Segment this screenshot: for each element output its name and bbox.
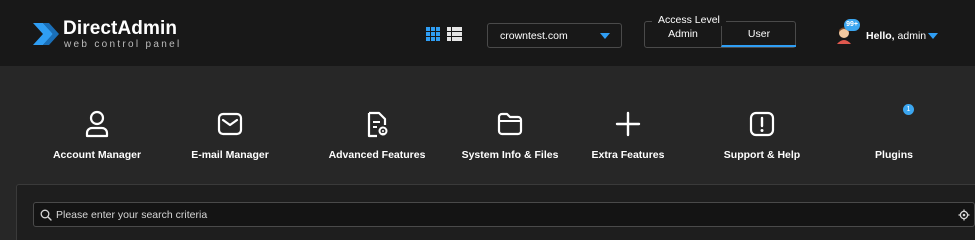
chevron-down-icon (600, 33, 610, 39)
username: admin (897, 30, 927, 42)
menu-label: Support & Help (723, 149, 801, 161)
greeting-text: Hello, (866, 30, 895, 42)
gear-icon[interactable] (958, 209, 970, 221)
folder-icon (497, 112, 523, 136)
menu-label: System Info & Files (461, 149, 559, 161)
top-header: DirectAdmin web control panel crowntest.… (0, 0, 975, 66)
plugins-badge: 1 (903, 104, 914, 115)
search-input[interactable] (56, 203, 936, 226)
user-menu[interactable]: 99+ Hello, admin (835, 19, 945, 50)
search-bar[interactable] (33, 202, 975, 227)
menu-label: Extra Features (591, 149, 665, 161)
notification-badge: 99+ (844, 19, 860, 31)
brand-title: DirectAdmin (63, 18, 178, 39)
brand-subtitle: web control panel (64, 39, 182, 50)
plus-icon (615, 111, 641, 137)
search-icon (40, 209, 52, 221)
menu-label: Advanced Features (328, 149, 426, 161)
user-icon (85, 110, 109, 138)
alert-icon (749, 111, 775, 137)
document-gear-icon (367, 111, 388, 138)
access-level-legend: Access Level (652, 14, 726, 26)
grid-view-icon[interactable] (426, 27, 440, 41)
menu-label: Account Manager (52, 149, 142, 161)
plugins-icon (881, 110, 907, 138)
menu-advanced-features[interactable]: Advanced Features (312, 110, 442, 165)
domain-select-value: crowntest.com (500, 30, 568, 42)
menu-label: E-mail Manager (191, 149, 269, 161)
menu-account-manager[interactable]: Account Manager (47, 110, 147, 165)
menu-label: Plugins (875, 149, 913, 161)
menu-system-info-files[interactable]: System Info & Files (445, 110, 575, 165)
domain-select[interactable]: crowntest.com (487, 23, 622, 48)
menu-plugins[interactable]: Plugins (844, 110, 944, 165)
access-level-user[interactable]: User (721, 22, 796, 47)
greeting: Hello, admin (866, 30, 926, 42)
mail-icon (217, 112, 243, 136)
brand-logo[interactable]: DirectAdmin web control panel (31, 18, 191, 52)
chevron-down-icon (928, 33, 938, 39)
directadmin-logo-icon (33, 23, 59, 45)
menu-extra-features[interactable]: Extra Features (578, 110, 678, 165)
menu-support-help[interactable]: Support & Help (712, 110, 812, 165)
list-view-icon[interactable] (447, 27, 462, 41)
search-panel (16, 184, 975, 240)
menu-email-manager[interactable]: E-mail Manager (180, 110, 280, 165)
